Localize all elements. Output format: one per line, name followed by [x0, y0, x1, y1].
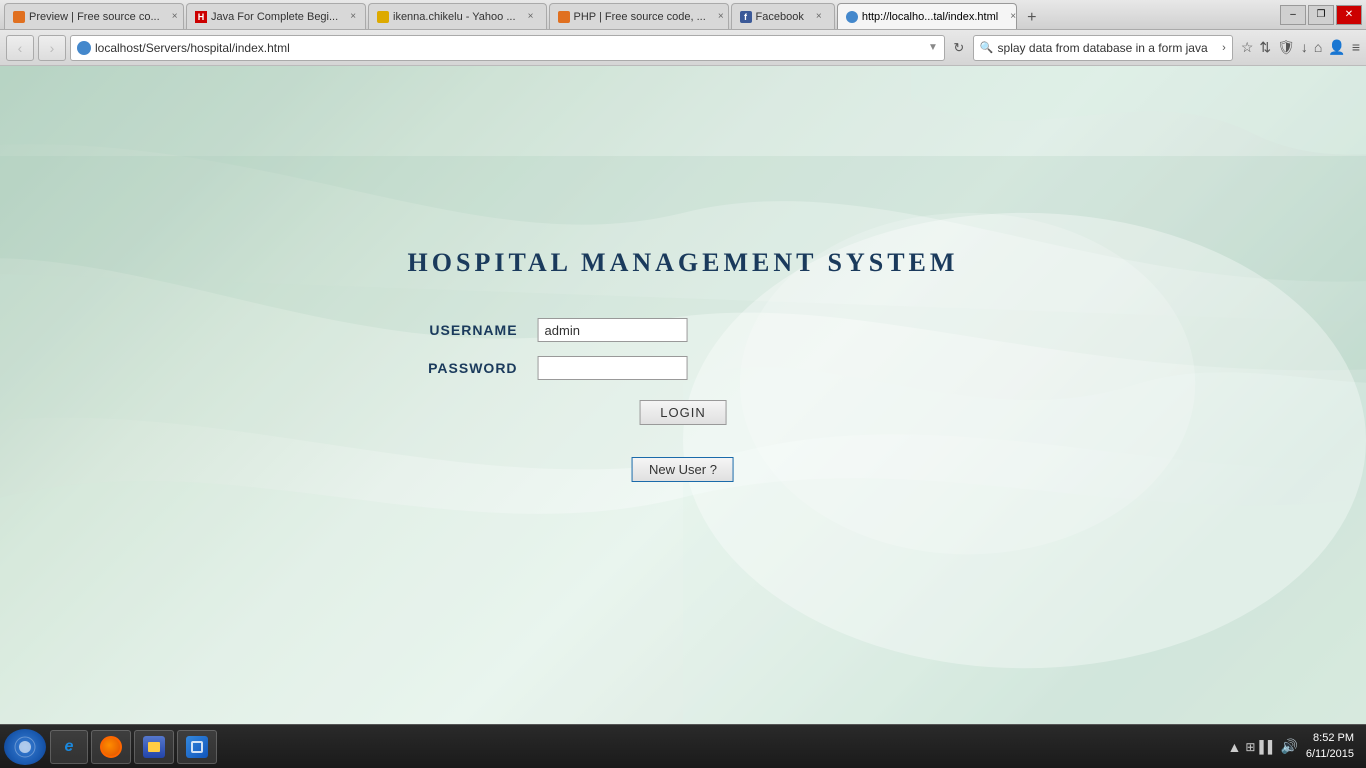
restore-button[interactable]: ❐ — [1308, 5, 1334, 25]
tab-3[interactable]: ikenna.chikelu - Yahoo ... × — [368, 3, 547, 29]
login-container: HOSPITAL MANAGEMENT SYSTEM USERNAME PASS… — [408, 248, 959, 482]
browser-window: Preview | Free source co... × H Java For… — [0, 0, 1366, 768]
shield-icon[interactable]: 🛡 — [1277, 39, 1295, 56]
sync-icon[interactable]: ⇅ — [1259, 39, 1271, 56]
tab-close-5[interactable]: × — [812, 10, 826, 24]
username-row: USERNAME — [408, 318, 959, 342]
taskbar-items: e — [50, 730, 1228, 764]
nav-icons: ☆ ⇅ 🛡 ↓ ⌂ 👤 ≡ — [1241, 39, 1360, 56]
address-dropdown-icon[interactable]: ▼ — [928, 42, 938, 53]
tab-close-3[interactable]: × — [524, 10, 538, 24]
password-label: PASSWORD — [408, 360, 538, 376]
main-content: HOSPITAL MANAGEMENT SYSTEM USERNAME PASS… — [0, 66, 1366, 724]
username-input[interactable] — [538, 318, 688, 342]
back-button[interactable]: ‹ — [6, 35, 34, 61]
system-tray: ▲ ⊞ ▌▌ 🔊 — [1228, 738, 1298, 755]
tab-close-6[interactable]: × — [1006, 10, 1017, 24]
tab-close-1[interactable]: × — [168, 10, 182, 24]
taskbar-box[interactable] — [177, 730, 217, 764]
app-title: HOSPITAL MANAGEMENT SYSTEM — [408, 248, 959, 278]
download-icon[interactable]: ↓ — [1301, 39, 1308, 56]
firefox-icon — [100, 736, 122, 758]
password-row: PASSWORD — [408, 356, 959, 380]
close-button[interactable]: ✕ — [1336, 5, 1362, 25]
tab-favicon-3 — [377, 11, 389, 23]
new-tab-button[interactable]: + — [1019, 7, 1045, 29]
taskbar-firefox[interactable] — [91, 730, 131, 764]
profile-icon[interactable]: 👤 — [1328, 39, 1345, 56]
search-text: splay data from database in a form java — [998, 41, 1223, 55]
tabs-area: Preview | Free source co... × H Java For… — [4, 0, 1276, 29]
tab-5[interactable]: f Facebook × — [731, 3, 835, 29]
login-button[interactable]: LOGIN — [639, 400, 726, 425]
tab-favicon-1 — [13, 11, 25, 23]
username-label: USERNAME — [408, 322, 538, 338]
login-form: USERNAME PASSWORD — [408, 318, 959, 380]
page-background: HOSPITAL MANAGEMENT SYSTEM USERNAME PASS… — [0, 66, 1366, 724]
bookmark-star-icon[interactable]: ☆ — [1241, 39, 1254, 56]
taskbar-files[interactable] — [134, 730, 174, 764]
window-controls: – ❐ ✕ — [1280, 5, 1362, 25]
taskbar: e ▲ ⊞ ▌▌ 🔊 — [0, 724, 1366, 768]
address-text: localhost/Servers/hospital/index.html — [95, 41, 928, 55]
new-user-btn-row: New User ? — [408, 445, 959, 482]
tab-favicon-4 — [558, 11, 570, 23]
home-icon[interactable]: ⌂ — [1314, 39, 1322, 56]
tab-6[interactable]: http://localho...tal/index.html × — [837, 3, 1017, 29]
tab-label-5: Facebook — [756, 11, 804, 23]
taskbar-ie[interactable]: e — [50, 730, 88, 764]
ie-icon: e — [59, 737, 79, 757]
tab-label-4: PHP | Free source code, ... — [574, 11, 706, 23]
search-go-icon[interactable]: › — [1222, 42, 1226, 54]
tray-volume-icon[interactable]: 🔊 — [1280, 738, 1297, 755]
title-bar: Preview | Free source co... × H Java For… — [0, 0, 1366, 30]
new-user-button[interactable]: New User ? — [632, 457, 734, 482]
menu-icon[interactable]: ≡ — [1352, 39, 1360, 56]
tab-4[interactable]: PHP | Free source code, ... × — [549, 3, 729, 29]
address-icon — [77, 41, 91, 55]
files-icon — [143, 736, 165, 758]
search-bar[interactable]: 🔍 splay data from database in a form jav… — [973, 35, 1233, 61]
tab-2[interactable]: H Java For Complete Begi... × — [186, 3, 366, 29]
clock-time: 8:52 PM — [1306, 731, 1354, 746]
tray-network-icon[interactable]: ⊞ — [1245, 740, 1255, 754]
reload-button[interactable]: ↻ — [949, 40, 969, 56]
password-input[interactable] — [538, 356, 688, 380]
clock-date: 6/11/2015 — [1306, 747, 1354, 762]
tab-1[interactable]: Preview | Free source co... × — [4, 3, 184, 29]
tab-close-4[interactable]: × — [714, 10, 728, 24]
tab-label-1: Preview | Free source co... — [29, 11, 160, 23]
taskbar-clock[interactable]: 8:52 PM 6/11/2015 — [1306, 731, 1354, 762]
login-btn-row: LOGIN — [408, 400, 959, 425]
taskbar-right: ▲ ⊞ ▌▌ 🔊 8:52 PM 6/11/2015 — [1228, 731, 1363, 762]
box-icon — [186, 736, 208, 758]
start-button[interactable] — [4, 729, 46, 765]
tab-favicon-6 — [846, 11, 858, 23]
search-icon: 🔍 — [980, 41, 994, 54]
tray-arrow-icon[interactable]: ▲ — [1228, 739, 1242, 755]
tray-signal-icon[interactable]: ▌▌ — [1259, 740, 1276, 754]
address-bar[interactable]: localhost/Servers/hospital/index.html ▼ — [70, 35, 945, 61]
minimize-button[interactable]: – — [1280, 5, 1306, 25]
nav-bar: ‹ › localhost/Servers/hospital/index.htm… — [0, 30, 1366, 66]
tab-close-2[interactable]: × — [346, 10, 360, 24]
tab-label-6: http://localho...tal/index.html — [862, 11, 998, 23]
tab-favicon-2: H — [195, 11, 207, 23]
tab-label-2: Java For Complete Begi... — [211, 11, 338, 23]
tab-label-3: ikenna.chikelu - Yahoo ... — [393, 11, 516, 23]
tab-favicon-5: f — [740, 11, 752, 23]
forward-button[interactable]: › — [38, 35, 66, 61]
